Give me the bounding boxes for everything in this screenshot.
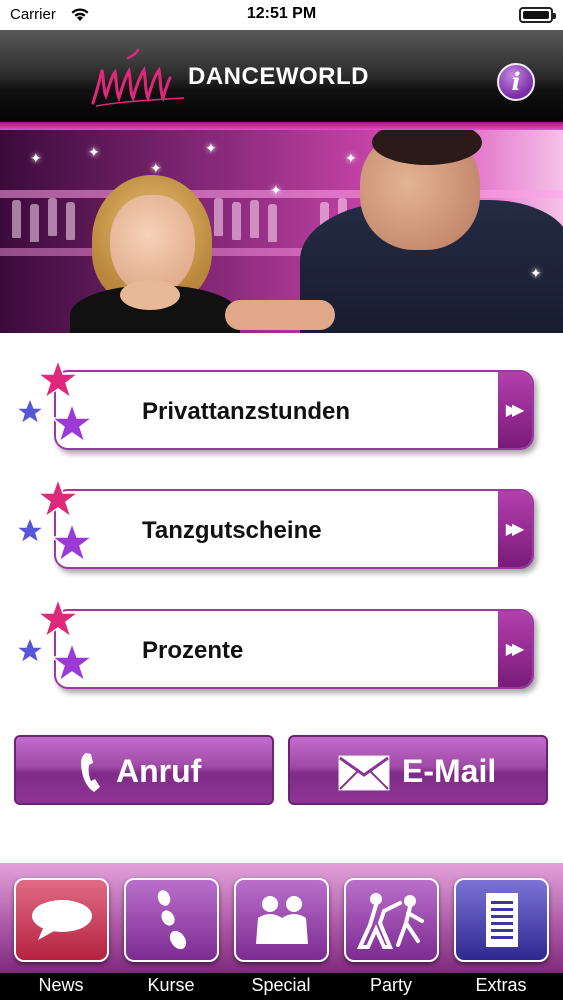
tab-label-party[interactable]: Party: [336, 975, 446, 996]
menu-item-tanzgutscheine[interactable]: Tanzgutscheine ▶▶: [14, 477, 546, 573]
info-button[interactable]: i: [497, 63, 535, 101]
stars-icon: [14, 597, 95, 683]
hero-banner: ✦ ✦ ✦ ✦ ✦ ✦ ✦: [0, 130, 563, 333]
tab-special[interactable]: [234, 878, 329, 962]
stars-icon: [14, 358, 95, 444]
fast-forward-icon: ▶▶: [498, 491, 532, 567]
email-button-label: E-Mail: [402, 753, 497, 789]
status-bar: Carrier 12:51 PM: [0, 0, 563, 30]
fast-forward-icon: ▶▶: [498, 611, 532, 687]
fast-forward-icon: ▶▶: [498, 372, 532, 448]
sparkle-icon: ✦: [530, 265, 542, 281]
speech-bubble-icon: [31, 900, 92, 940]
sparkle-icon: ✦: [30, 150, 42, 166]
dancing-couple-icon: [356, 893, 424, 949]
people-icon: [255, 896, 308, 944]
tab-extras[interactable]: [454, 878, 549, 962]
tab-news[interactable]: [14, 878, 109, 962]
menu-item-label: Privattanzstunden: [142, 398, 351, 425]
tab-label-extras[interactable]: Extras: [446, 975, 556, 996]
sparkle-icon: ✦: [150, 160, 162, 176]
phone-icon: [81, 753, 100, 792]
tab-label-special[interactable]: Special: [226, 975, 336, 996]
call-button[interactable]: Anruf: [14, 735, 274, 805]
tab-bar: News Kurse Special Party Extras: [0, 863, 563, 1000]
tab-party[interactable]: [344, 878, 439, 962]
app-header: DANCEWORLD i: [0, 30, 563, 130]
battery-icon: [519, 7, 556, 23]
sparkle-icon: ✦: [345, 150, 357, 166]
email-button[interactable]: E-Mail: [288, 735, 548, 805]
sparkle-icon: ✦: [205, 140, 217, 156]
tab-label-kurse[interactable]: Kurse: [116, 975, 226, 996]
sparkle-icon: ✦: [88, 144, 100, 160]
call-button-label: Anruf: [116, 753, 202, 789]
tab-kurse[interactable]: [124, 878, 219, 962]
menu-item-label: Prozente: [142, 637, 244, 664]
logo-script-icon: [91, 48, 185, 107]
stars-icon: [14, 477, 95, 563]
tab-label-news[interactable]: News: [6, 975, 116, 996]
footsteps-icon: [157, 890, 186, 950]
document-icon: [485, 893, 518, 947]
menu-item-label: Tanzgutscheine: [142, 517, 322, 544]
envelope-icon: [338, 755, 390, 791]
menu-item-privattanzstunden[interactable]: Privattanzstunden ▶▶: [14, 358, 546, 454]
menu-item-prozente[interactable]: Prozente ▶▶: [14, 597, 546, 693]
sparkle-icon: ✦: [270, 182, 282, 198]
status-time: 12:51 PM: [246, 5, 317, 22]
logo-text: DANCEWORLD: [188, 63, 369, 90]
